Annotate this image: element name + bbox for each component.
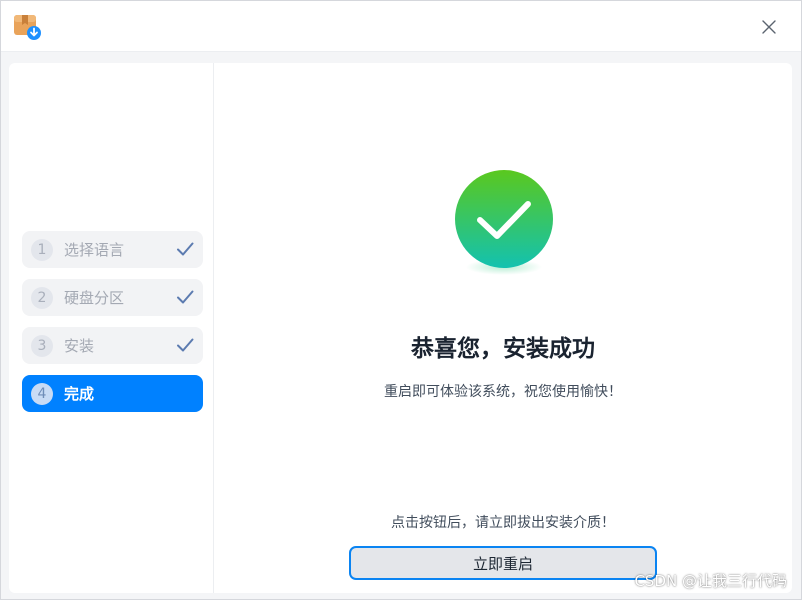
page-title: 恭喜您，安装成功	[411, 336, 595, 362]
step-label: 完成	[64, 385, 95, 403]
step-disk-partition: 2 硬盘分区	[22, 279, 203, 316]
step-number: 3	[31, 334, 53, 357]
installer-window: 1 选择语言 2 硬盘分区 3 安装 4 完成 恭喜您，安装成功 重启即可体验该…	[0, 0, 802, 600]
checkmark-icon	[177, 338, 194, 352]
package-download-icon	[13, 13, 41, 41]
watermark-text: CSDN @让我三行代码	[634, 572, 787, 590]
step-number: 1	[31, 238, 53, 261]
step-select-language: 1 选择语言	[22, 231, 203, 268]
restart-now-button[interactable]: 立即重启	[349, 546, 657, 580]
step-number: 4	[31, 382, 53, 405]
step-label: 安装	[64, 337, 95, 355]
sidebar: 1 选择语言 2 硬盘分区 3 安装 4 完成	[9, 63, 214, 593]
step-label: 选择语言	[64, 241, 125, 259]
checkmark-icon	[177, 290, 194, 304]
step-list: 1 选择语言 2 硬盘分区 3 安装 4 完成	[22, 231, 203, 423]
remove-media-notice: 点击按钮后，请立即拔出安装介质！	[391, 515, 615, 531]
close-button[interactable]	[757, 15, 781, 39]
title-bar	[1, 1, 801, 52]
step-install: 3 安装	[22, 327, 203, 364]
step-number: 2	[31, 286, 53, 309]
main-panel: 恭喜您，安装成功 重启即可体验该系统，祝您使用愉快！ 点击按钮后，请立即拔出安装…	[214, 63, 792, 593]
success-check-icon	[455, 170, 553, 275]
step-finish: 4 完成	[22, 375, 203, 412]
checkmark-icon	[177, 242, 194, 256]
close-icon	[762, 20, 776, 34]
success-message: 重启即可体验该系统，祝您使用愉快！	[384, 384, 622, 400]
step-label: 硬盘分区	[64, 289, 125, 307]
